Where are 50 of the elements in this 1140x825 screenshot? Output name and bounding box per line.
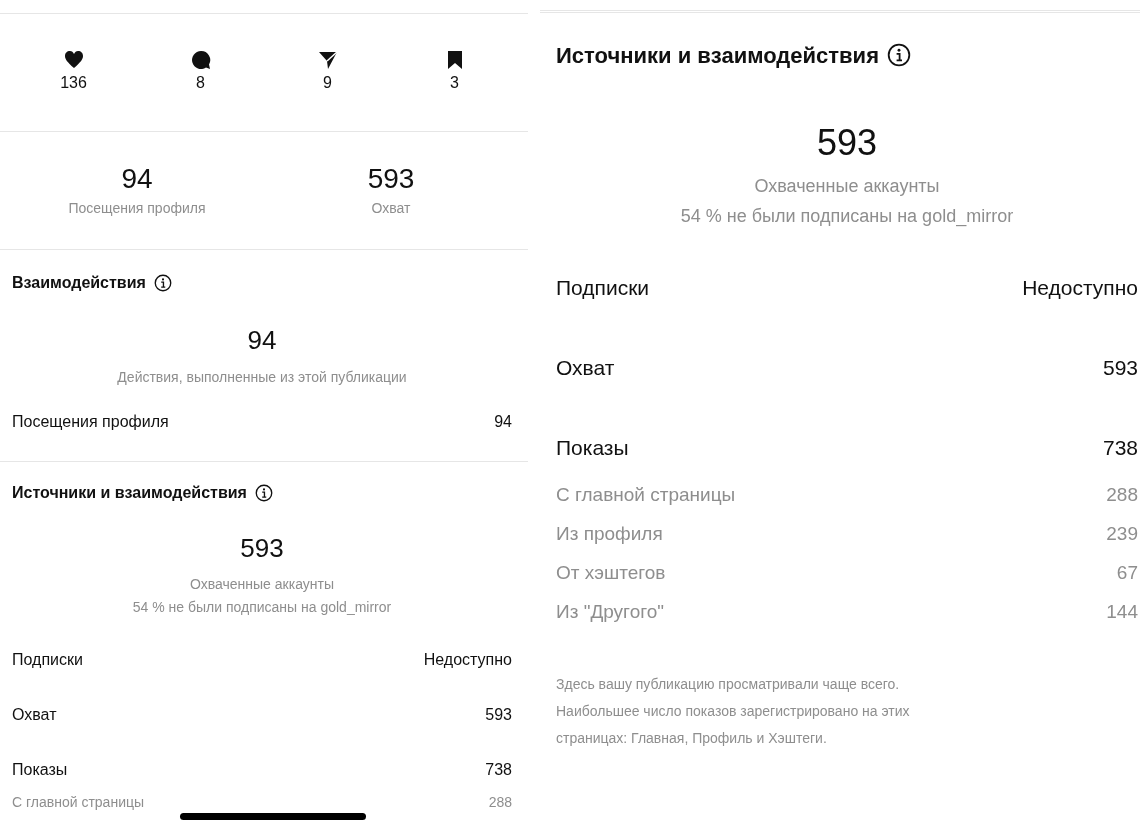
metric-label: Подписки: [556, 275, 650, 302]
metric-value: 288: [488, 792, 512, 812]
stat-label: Посещения профиля: [68, 199, 206, 218]
metric-value: 144: [1106, 599, 1138, 624]
stat-value: 94: [121, 162, 153, 196]
metric-value: 288: [1106, 482, 1138, 507]
metric-label: Показы: [556, 435, 629, 462]
info-icon: [887, 43, 911, 67]
metric-label: Показы: [12, 760, 68, 780]
metric-value: 94: [494, 412, 512, 432]
reaction-count: 8: [196, 73, 205, 93]
heart-icon: [63, 50, 84, 70]
metric-label: От хэштегов: [556, 560, 666, 585]
metric-value: Недоступно: [1022, 275, 1138, 302]
metric-value: 738: [1102, 435, 1138, 462]
metric-value: Недоступно: [423, 650, 512, 670]
metric-label: С главной страницы: [556, 482, 736, 507]
section-title: Источники и взаимодействия: [12, 483, 247, 503]
caption: Охваченные аккаунты: [190, 574, 334, 594]
metric-label: Охват: [556, 355, 615, 382]
caption: 54 % не были подписаны на gold_mirror: [680, 204, 1014, 229]
info-icon: [153, 274, 172, 292]
info-icon: [254, 484, 273, 502]
metric-value: 67: [1116, 560, 1138, 585]
section-title: Взаимодействия: [12, 273, 146, 293]
footnote-text: Здесь вашу публикацию просматривали чаще всего. Наибольшее число показов зарегистрировано на этих страницах: Главная, Профиль и Хэштеги.: [556, 675, 911, 748]
caption: 54 % не были подписаны на gold_mirror: [132, 597, 392, 617]
metric-label: Посещения профиля: [12, 412, 169, 432]
metric-label: Охват: [12, 705, 57, 725]
caption: Действия, выполненные из этой публикации: [117, 367, 407, 387]
caption: Охваченные аккаунты: [754, 174, 940, 198]
total-value: 94: [247, 323, 277, 357]
speech-bubble-icon: [190, 50, 211, 70]
reaction-count: 3: [450, 73, 459, 93]
metric-value: 593: [1102, 355, 1138, 382]
stat-label: Охват: [371, 199, 411, 218]
section-title: Источники и взаимодействия: [556, 41, 879, 70]
metric-label: Из "Другого": [556, 599, 665, 624]
metric-value: 593: [485, 705, 512, 725]
stat-value: 593: [367, 162, 415, 196]
reaction-count: 9: [323, 73, 332, 93]
total-value: 593: [816, 121, 878, 165]
metric-value: 738: [485, 760, 512, 780]
metric-label: Из профиля: [556, 521, 663, 546]
total-value: 593: [240, 531, 284, 565]
paper-plane-icon: [317, 50, 338, 70]
metric-label: Подписки: [12, 650, 83, 670]
reaction-count: 136: [60, 73, 87, 93]
metric-label: С главной страницы: [12, 792, 145, 812]
metric-value: 239: [1106, 521, 1138, 546]
